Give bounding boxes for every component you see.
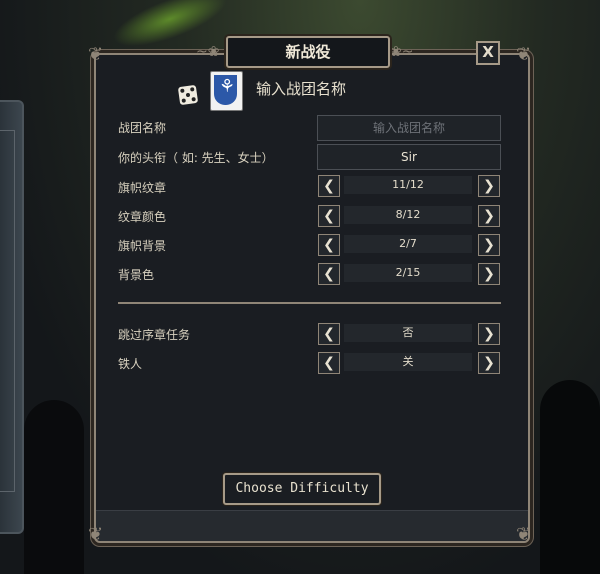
stepper-label-background-color: 背景色 — [118, 268, 155, 282]
company-name-input[interactable]: 输入战团名称 — [317, 115, 501, 141]
company-name-header: 输入战团名称 — [256, 80, 347, 98]
arrow-right-icon[interactable]: ❯ — [478, 205, 500, 227]
stepper-label-sigil-color: 纹章颜色 — [118, 210, 167, 224]
arrow-right-icon[interactable]: ❯ — [478, 234, 500, 256]
background-figure — [24, 400, 84, 574]
title-ornament-icon: ❀~ — [390, 44, 414, 60]
arrow-right-icon[interactable]: ❯ — [478, 175, 500, 197]
choose-difficulty-button[interactable]: Choose Difficulty — [223, 473, 381, 505]
title-label: 你的头衔（ 如: 先生、女士） — [118, 151, 274, 165]
arrow-left-icon[interactable]: ❮ — [318, 234, 340, 256]
arrow-left-icon[interactable]: ❮ — [318, 175, 340, 197]
stepper-value-banner-background: 2/7 — [344, 235, 472, 253]
close-icon: X — [482, 43, 494, 61]
background-side-panel-frame — [0, 130, 15, 492]
corner-ornament-icon: ❦ — [88, 524, 104, 545]
arrow-left-icon[interactable]: ❮ — [318, 263, 340, 285]
dice-icon[interactable] — [177, 84, 199, 106]
background-figure — [540, 380, 600, 574]
arrow-right-icon[interactable]: ❯ — [478, 352, 500, 374]
close-button[interactable]: X — [476, 41, 500, 65]
stepper-value-banner-sigil: 11/12 — [344, 176, 472, 194]
dialog-footer — [96, 510, 528, 541]
corner-ornament-icon: ❦ — [516, 524, 532, 545]
title-input[interactable]: Sir — [317, 144, 501, 170]
arrow-left-icon[interactable]: ❮ — [318, 205, 340, 227]
title-ornament-icon: ~❀ — [196, 44, 220, 60]
option-label-ironman: 铁人 — [118, 357, 143, 371]
banner-icon: ⚘ — [210, 71, 243, 111]
section-divider — [118, 302, 501, 304]
dialog-title: 新战役 — [226, 36, 390, 68]
option-value-ironman: 关 — [344, 353, 472, 371]
stepper-value-sigil-color: 8/12 — [344, 206, 472, 224]
arrow-left-icon[interactable]: ❮ — [318, 323, 340, 345]
arrow-left-icon[interactable]: ❮ — [318, 352, 340, 374]
stepper-label-banner-background: 旗帜背景 — [118, 239, 167, 253]
arrow-right-icon[interactable]: ❯ — [478, 323, 500, 345]
stepper-label-banner-sigil: 旗帜纹章 — [118, 181, 167, 195]
stepper-value-background-color: 2/15 — [344, 264, 472, 282]
arrow-right-icon[interactable]: ❯ — [478, 263, 500, 285]
option-label-skip-prologue: 跳过序章任务 — [118, 328, 191, 342]
corner-ornament-icon: ❦ — [88, 44, 104, 65]
corner-ornament-icon: ❦ — [516, 44, 532, 65]
option-value-skip-prologue: 否 — [344, 324, 472, 342]
company-name-label: 战团名称 — [118, 121, 167, 135]
